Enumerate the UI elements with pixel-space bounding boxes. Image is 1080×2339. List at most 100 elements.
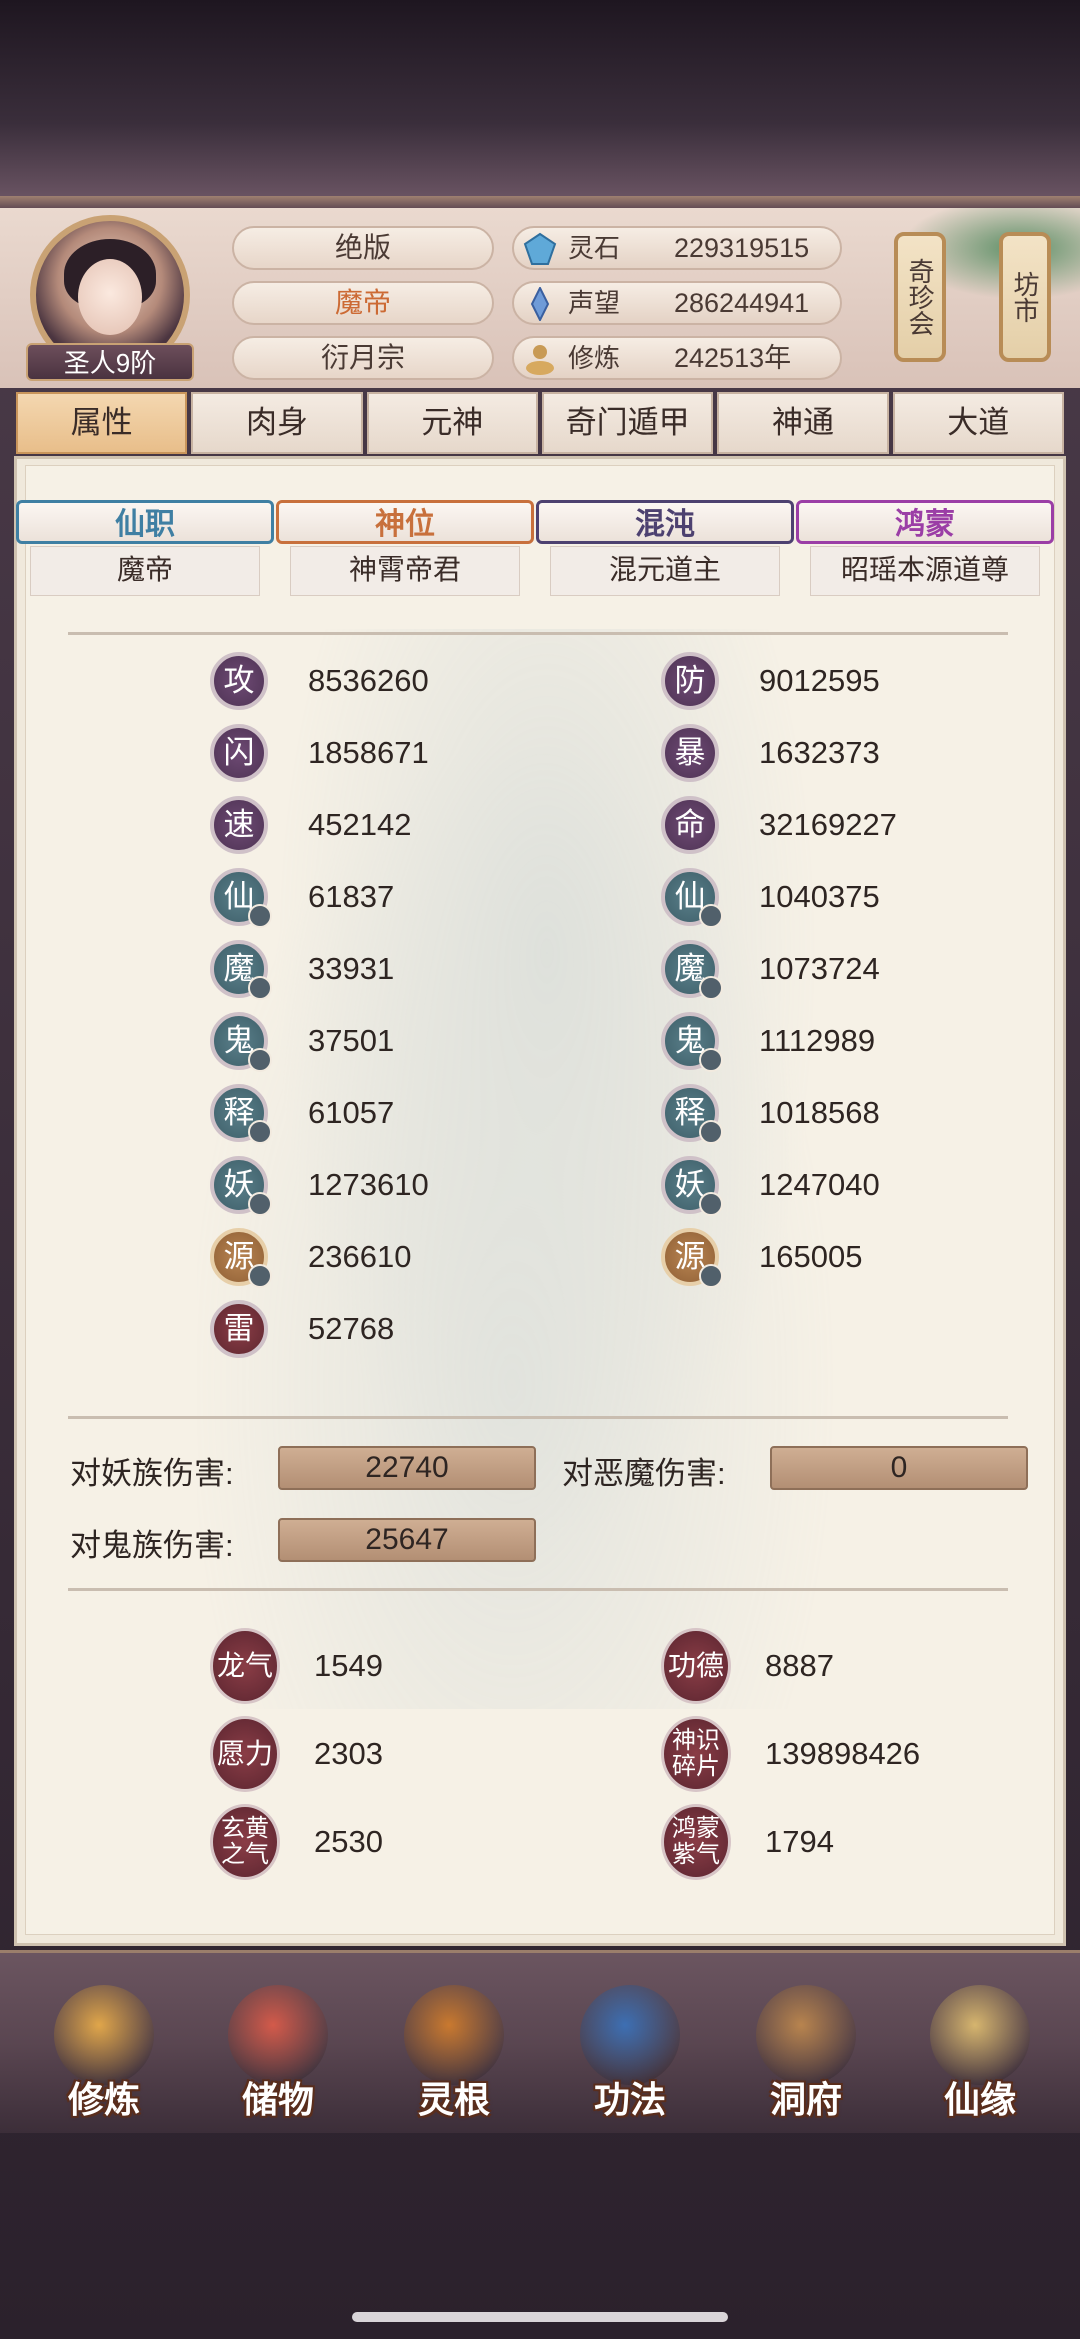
damage-value-box: 22740 <box>278 1446 536 1490</box>
stat-value: 165005 <box>759 1239 863 1274</box>
special-resource-label: 神识碎片 <box>672 1727 720 1780</box>
special-resource-icon[interactable]: 鸿蒙紫气 <box>661 1804 731 1880</box>
stat-icon[interactable]: 魔 <box>210 940 272 1000</box>
stat-icon[interactable]: 仙 <box>661 868 723 928</box>
nav-spirit-root[interactable]: 灵根 <box>384 1985 524 2125</box>
stat-value: 37501 <box>308 1023 395 1058</box>
damage-value-box: 0 <box>770 1446 1028 1490</box>
rank-title-2[interactable]: 混沌 混元道主 <box>536 500 794 596</box>
stat-value: 52768 <box>308 1311 395 1346</box>
stat-icon-glyph: 雷 <box>223 1311 255 1346</box>
nav-label: 储物 <box>241 2079 314 2120</box>
special-resource-icon[interactable]: 功德 <box>661 1628 731 1704</box>
stat-value: 61837 <box>308 879 395 914</box>
special-resource-icon[interactable]: 愿力 <box>210 1716 280 1792</box>
nav-label: 仙缘 <box>943 2079 1016 2120</box>
tab-dao[interactable]: 大道 <box>892 392 1064 454</box>
tab-attributes[interactable]: 属性 <box>16 392 188 454</box>
stat-icon[interactable]: 魔 <box>661 940 723 1000</box>
special-resource-icon[interactable]: 玄黄之气 <box>210 1804 280 1880</box>
stat-icon[interactable]: 防 <box>661 652 719 710</box>
info-dot-icon <box>699 976 723 1000</box>
special-resource-icon[interactable]: 神识碎片 <box>661 1716 731 1792</box>
stat-icon[interactable]: 暴 <box>661 724 719 782</box>
resource-spirit-stone: 灵石 229319515 <box>512 226 842 270</box>
cave-mansion-icon <box>756 1985 856 2085</box>
special-resource-value: 2530 <box>314 1824 383 1859</box>
market-button[interactable]: 坊市 <box>999 232 1051 362</box>
resource-cultivation: 修炼 242513年 <box>512 336 842 380</box>
tab-body[interactable]: 肉身 <box>191 392 363 454</box>
info-dot-icon <box>699 1048 723 1072</box>
rank-title-1[interactable]: 神位 神霄帝君 <box>276 500 534 596</box>
stat-icon[interactable]: 雷 <box>210 1300 268 1358</box>
divider <box>68 1588 1008 1591</box>
stat-icon[interactable]: 攻 <box>210 652 268 710</box>
nav-label: 功法 <box>593 2079 666 2120</box>
tab-qimen[interactable]: 奇门遁甲 <box>541 392 714 454</box>
stat-icon[interactable]: 鬼 <box>661 1012 723 1072</box>
stat-icon[interactable]: 释 <box>661 1084 723 1144</box>
stat-icon[interactable]: 妖 <box>210 1156 272 1216</box>
stat-icon-glyph: 暴 <box>674 735 706 770</box>
main-tabs: 属性 肉身 元神 奇门遁甲 神通 大道 <box>14 392 1066 454</box>
resource-label: 修炼 <box>568 343 621 373</box>
spirit-root-icon <box>404 1985 504 2085</box>
stat-value: 32169227 <box>759 807 897 842</box>
rank-title-3[interactable]: 鸿蒙 昭瑶本源道尊 <box>796 500 1054 596</box>
resource-value: 229319515 <box>674 233 810 263</box>
treasure-fair-button[interactable]: 奇珍会 <box>894 232 946 362</box>
special-resource-label: 愿力 <box>216 1738 273 1769</box>
special-resource-label: 鸿蒙紫气 <box>672 1815 720 1868</box>
special-resource-label: 龙气 <box>216 1650 273 1681</box>
nav-label: 洞府 <box>769 2079 842 2120</box>
stat-icon[interactable]: 释 <box>210 1084 272 1144</box>
info-dot-icon <box>248 1048 272 1072</box>
special-resource-label: 功德 <box>667 1650 724 1681</box>
cultivate-icon <box>54 1985 154 2085</box>
divider <box>68 632 1008 635</box>
resource-value: 242513年 <box>674 343 792 373</box>
home-indicator[interactable] <box>352 2312 728 2322</box>
rank-header: 混沌 <box>536 500 794 544</box>
title-pill: 绝版 <box>232 226 494 270</box>
stat-icon-glyph: 闪 <box>223 735 255 770</box>
info-dot-icon <box>699 1192 723 1216</box>
damage-value-box: 25647 <box>278 1518 536 1562</box>
special-resource-value: 1794 <box>765 1824 834 1859</box>
nav-cultivate[interactable]: 修炼 <box>34 1985 174 2125</box>
rank-header: 神位 <box>276 500 534 544</box>
nav-technique-book[interactable]: 功法 <box>560 1985 700 2125</box>
nav-storage-bag[interactable]: 储物 <box>208 1985 348 2125</box>
avatar-face <box>78 259 142 335</box>
info-dot-icon <box>248 904 272 928</box>
stat-icon[interactable]: 源 <box>210 1228 272 1288</box>
divider <box>68 1416 1008 1419</box>
prestige-icon <box>530 287 550 321</box>
stat-icon[interactable]: 源 <box>661 1228 723 1288</box>
stat-icon[interactable]: 妖 <box>661 1156 723 1216</box>
info-dot-icon <box>248 1120 272 1144</box>
stat-icon-glyph: 防 <box>674 663 706 698</box>
rank-title-0[interactable]: 仙职 魔帝 <box>16 500 274 596</box>
stat-icon[interactable]: 速 <box>210 796 268 854</box>
special-resource-icon[interactable]: 龙气 <box>210 1628 280 1704</box>
damage-label: 对恶魔伤害: <box>562 1456 726 1491</box>
stat-icon[interactable]: 闪 <box>210 724 268 782</box>
nav-label: 修炼 <box>67 2079 140 2120</box>
stat-icon-glyph: 速 <box>223 807 255 842</box>
info-dot-icon <box>248 1264 272 1288</box>
tab-abilities[interactable]: 神通 <box>717 392 889 454</box>
special-resource-value: 139898426 <box>765 1736 921 1771</box>
tab-spirit[interactable]: 元神 <box>366 392 538 454</box>
nav-cave-mansion[interactable]: 洞府 <box>736 1985 876 2125</box>
stat-value: 1247040 <box>759 1167 880 1202</box>
nav-immortal-fate[interactable]: 仙缘 <box>910 1985 1050 2125</box>
stat-icon-glyph: 攻 <box>223 663 255 698</box>
stat-icon[interactable]: 仙 <box>210 868 272 928</box>
stat-icon[interactable]: 命 <box>661 796 719 854</box>
stat-icon-glyph: 命 <box>674 807 706 842</box>
damage-label: 对鬼族伤害: <box>70 1528 234 1563</box>
stat-icon[interactable]: 鬼 <box>210 1012 272 1072</box>
rank-header: 鸿蒙 <box>796 500 1054 544</box>
